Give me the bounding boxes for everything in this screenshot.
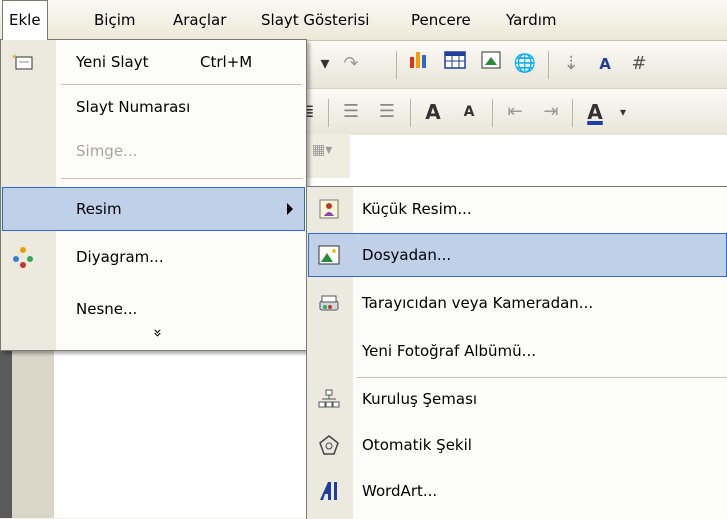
menu-item-org-chart[interactable]: Kuruluş Şeması	[308, 377, 727, 421]
menu-item-from-file[interactable]: Dosyadan...	[308, 233, 727, 277]
menu-bicim[interactable]: Biçim	[88, 0, 141, 40]
menu-item-new-photo-album[interactable]: Yeni Fotoğraf Albümü...	[308, 329, 727, 373]
menu-slayt-gosterisi[interactable]: Slayt Gösterisi	[255, 0, 375, 40]
menu-item-slide-number[interactable]: Slayt Numarası	[2, 85, 305, 129]
menu-item-diagram[interactable]: Diyagram...	[2, 235, 305, 279]
menu-item-label: Kuruluş Şeması	[362, 390, 478, 408]
submenu-arrow-icon	[287, 203, 293, 215]
menu-item-label: Nesne...	[76, 300, 138, 318]
hyperlink-icon[interactable]: 🌐	[510, 49, 540, 79]
diagram-icon	[8, 242, 38, 272]
menu-item-new-slide[interactable]: * Yeni Slayt Ctrl+M	[2, 40, 305, 84]
menu-item-label: Yeni Slayt	[76, 53, 149, 71]
svg-text:*: *	[12, 54, 17, 64]
insert-table-icon[interactable]	[440, 49, 470, 79]
menu-araclar[interactable]: Araçlar	[167, 0, 232, 40]
menu-item-picture[interactable]: Resim	[2, 187, 305, 231]
menu-item-label: Küçük Resim...	[362, 200, 472, 218]
scanner-icon	[314, 288, 344, 318]
toolbar-separator	[396, 51, 397, 79]
toolbar-separator	[548, 51, 549, 79]
toolbar-separator	[410, 99, 411, 127]
menu-item-clip-art[interactable]: Küçük Resim...	[308, 187, 727, 231]
toolbar-separator	[492, 99, 493, 127]
clip-art-icon	[314, 194, 344, 224]
formatting-toolbar: ≣ ☰ ☰ A A ⇤ ⇥ A ▾	[299, 89, 727, 137]
menu-item-label: Simge...	[76, 142, 138, 160]
picture-from-file-icon	[314, 240, 344, 270]
toolbar-separator	[572, 99, 573, 127]
new-slide-icon: *	[8, 47, 38, 77]
picture-submenu: Küçük Resim... Dosyadan... Tarayıcıdan v…	[306, 186, 727, 519]
org-chart-icon	[314, 384, 344, 414]
insert-chart-icon[interactable]	[404, 49, 434, 79]
grayscale-icon[interactable]: A	[590, 49, 620, 79]
menu-bar: Ekle Biçim Araçlar Slayt Gösterisi Pence…	[0, 0, 727, 41]
expand-menu-chevron-icon[interactable]: »	[147, 323, 169, 343]
expand-icon[interactable]: ⇣	[556, 49, 586, 79]
decrease-font-icon[interactable]: A	[454, 97, 484, 127]
decrease-indent-icon[interactable]: ⇤	[500, 97, 530, 127]
bullets-icon[interactable]: ☰	[372, 97, 402, 127]
increase-font-icon[interactable]: A	[418, 97, 448, 127]
standard-toolbar: ▾ ↷ 🌐 ⇣ A #	[300, 41, 727, 89]
autoshapes-icon	[314, 430, 344, 460]
menu-item-label: Yeni Fotoğraf Albümü...	[362, 342, 536, 360]
insert-menu: * Yeni Slayt Ctrl+M Slayt Numarası Simge…	[0, 39, 307, 351]
menu-item-autoshapes[interactable]: Otomatik Şekil	[308, 423, 727, 467]
menu-item-label: Dosyadan...	[362, 246, 452, 264]
menu-yardim[interactable]: Yardım	[500, 0, 563, 40]
menu-item-wordart[interactable]: WordArt...	[308, 469, 727, 513]
drawing-tool-icon[interactable]: ▦▾	[312, 142, 332, 158]
numbering-icon[interactable]: ☰	[336, 97, 366, 127]
menu-item-label: WordArt...	[362, 482, 438, 500]
menu-item-from-scanner[interactable]: Tarayıcıdan veya Kameradan...	[308, 281, 727, 325]
toolbar-separator	[328, 99, 329, 127]
redo-icon[interactable]: ↷	[336, 49, 366, 79]
menu-ekle[interactable]: Ekle	[2, 0, 48, 40]
shortcut-label: Ctrl+M	[200, 53, 253, 71]
menu-item-label: Slayt Numarası	[76, 98, 191, 116]
menu-item-label: Resim	[76, 200, 122, 218]
menu-separator	[61, 178, 302, 179]
insert-picture-icon[interactable]	[476, 49, 506, 79]
menu-item-symbol: Simge...	[2, 129, 305, 173]
increase-indent-icon[interactable]: ⇥	[536, 97, 566, 127]
grid-icon[interactable]: #	[624, 49, 654, 79]
menu-item-label: Tarayıcıdan veya Kameradan...	[362, 294, 594, 312]
menu-pencere[interactable]: Pencere	[405, 0, 477, 40]
font-color-dropdown-icon[interactable]: ▾	[608, 97, 638, 127]
menu-item-label: Diyagram...	[76, 248, 164, 266]
menu-item-label: Otomatik Şekil	[362, 436, 472, 454]
wordart-icon	[314, 476, 344, 506]
font-color-icon[interactable]: A	[580, 97, 610, 127]
task-pane-tab[interactable]: ▦▾	[300, 134, 350, 178]
